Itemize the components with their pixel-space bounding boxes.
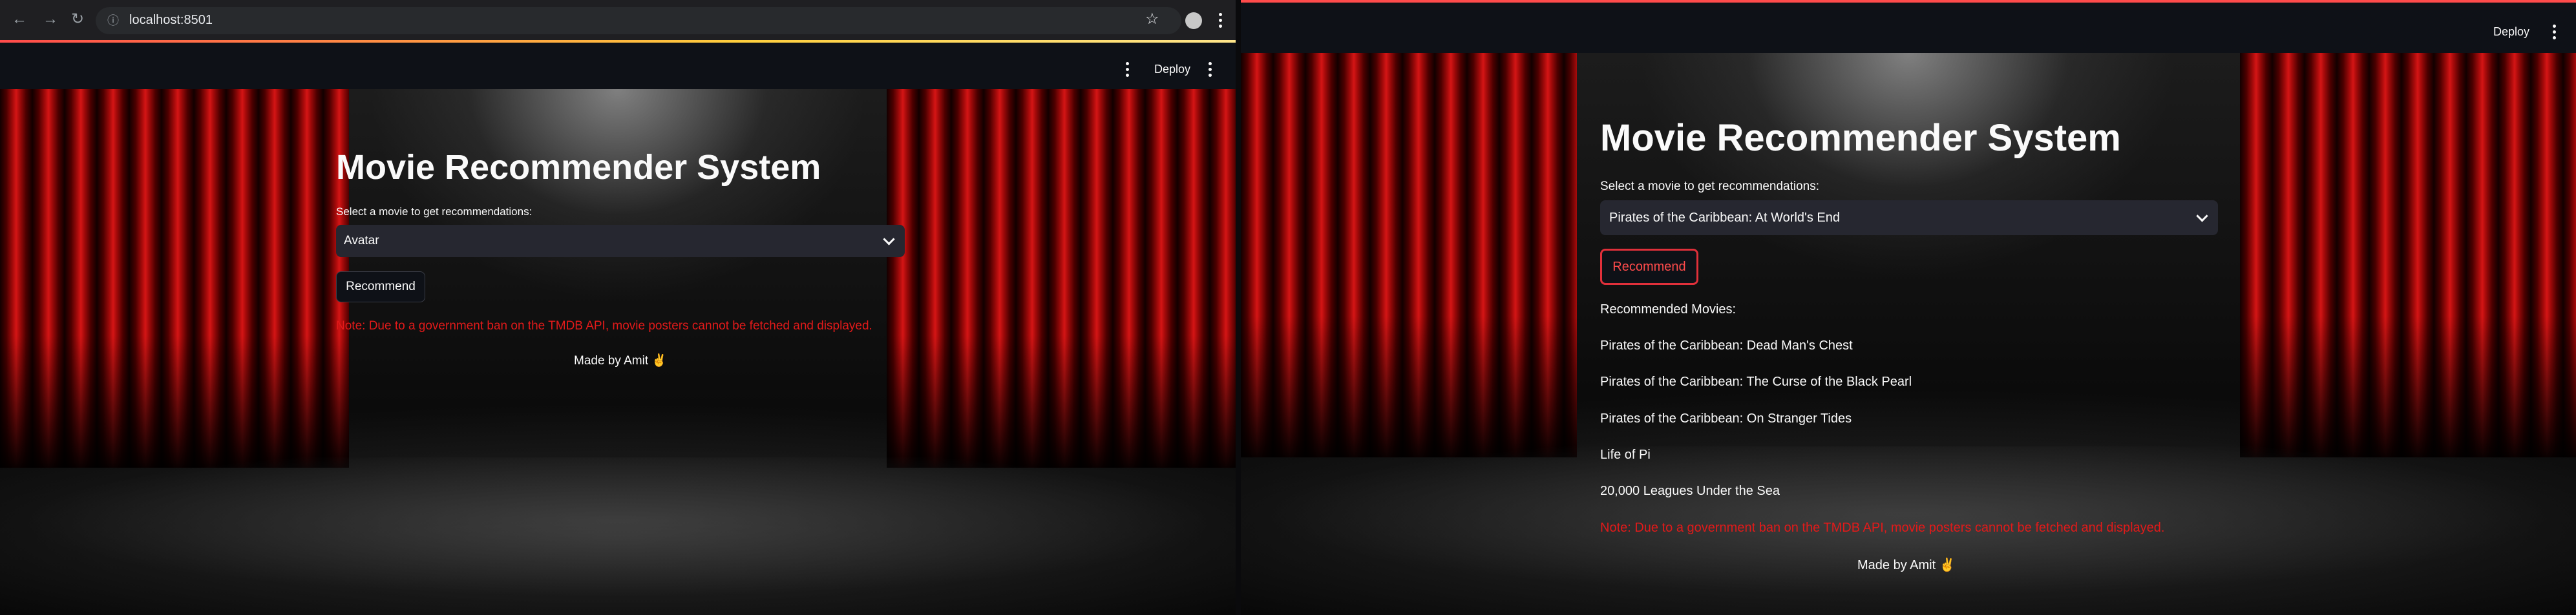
left-browser-window: ← → ↻ ⓘ localhost:8501 ☆ Deploy Movie Re… (0, 0, 1236, 615)
address-bar[interactable] (96, 7, 1181, 34)
tmdb-note: Note: Due to a government ban on the TMD… (1600, 521, 2165, 535)
panel-divider (1236, 0, 1241, 615)
header-kebab-icon[interactable] (1126, 62, 1129, 79)
back-arrow-icon[interactable]: ← (12, 12, 27, 27)
profile-avatar-icon[interactable] (1185, 12, 1202, 29)
left-curtain (0, 89, 349, 468)
recommendation-item: Life of Pi (1600, 448, 1651, 462)
right-curtain (887, 89, 1236, 468)
reload-icon[interactable]: ↻ (71, 12, 84, 27)
recommend-button[interactable]: Recommend (1600, 249, 1698, 285)
recommendation-item: Pirates of the Caribbean: On Stranger Ti… (1600, 412, 1852, 426)
chevron-down-icon (2196, 210, 2208, 222)
forward-arrow-icon[interactable]: → (43, 12, 58, 27)
deploy-button[interactable]: Deploy (1154, 63, 1190, 76)
chevron-down-icon (883, 233, 895, 245)
select-label: Select a movie to get recommendations: (336, 205, 533, 218)
movie-select-value: Pirates of the Caribbean: At World's End (1609, 210, 1840, 225)
movie-select[interactable]: Avatar (336, 225, 905, 257)
movie-select-value: Avatar (344, 234, 379, 247)
recommendation-item: 20,000 Leagues Under the Sea (1600, 484, 1780, 498)
deploy-button[interactable]: Deploy (2493, 25, 2529, 39)
streamlit-header: Deploy (1241, 3, 2576, 53)
recommend-button[interactable]: Recommend (336, 271, 425, 302)
main-menu-icon[interactable] (1209, 62, 1212, 79)
main-menu-icon[interactable] (2553, 25, 2556, 42)
bookmark-star-icon[interactable]: ☆ (1145, 12, 1159, 27)
movie-select[interactable]: Pirates of the Caribbean: At World's End (1600, 200, 2218, 235)
made-by-footer: Made by Amit ✌️ (574, 354, 668, 368)
browser-toolbar: ← → ↻ ⓘ localhost:8501 ☆ (0, 0, 1236, 40)
right-app-window: Deploy Movie Recommender System Select a… (1241, 0, 2576, 615)
recommended-heading: Recommended Movies: (1600, 302, 1737, 317)
site-info-icon[interactable]: ⓘ (107, 13, 119, 28)
made-by-footer: Made by Amit ✌️ (1857, 558, 1956, 572)
recommendation-item: Pirates of the Caribbean: Dead Man's Che… (1600, 339, 1853, 353)
stage-floor (0, 457, 1236, 615)
streamlit-header: Deploy (0, 43, 1236, 89)
page-title: Movie Recommender System (336, 148, 821, 187)
right-curtain (2240, 53, 2576, 458)
tmdb-note: Note: Due to a government ban on the TMD… (336, 319, 872, 333)
browser-menu-icon[interactable] (1219, 13, 1222, 30)
address-url: localhost:8501 (129, 13, 213, 27)
recommendation-item: Pirates of the Caribbean: The Curse of t… (1600, 375, 1912, 389)
page-title: Movie Recommender System (1600, 117, 2121, 159)
left-curtain (1241, 53, 1577, 458)
select-label: Select a movie to get recommendations: (1600, 180, 1820, 193)
